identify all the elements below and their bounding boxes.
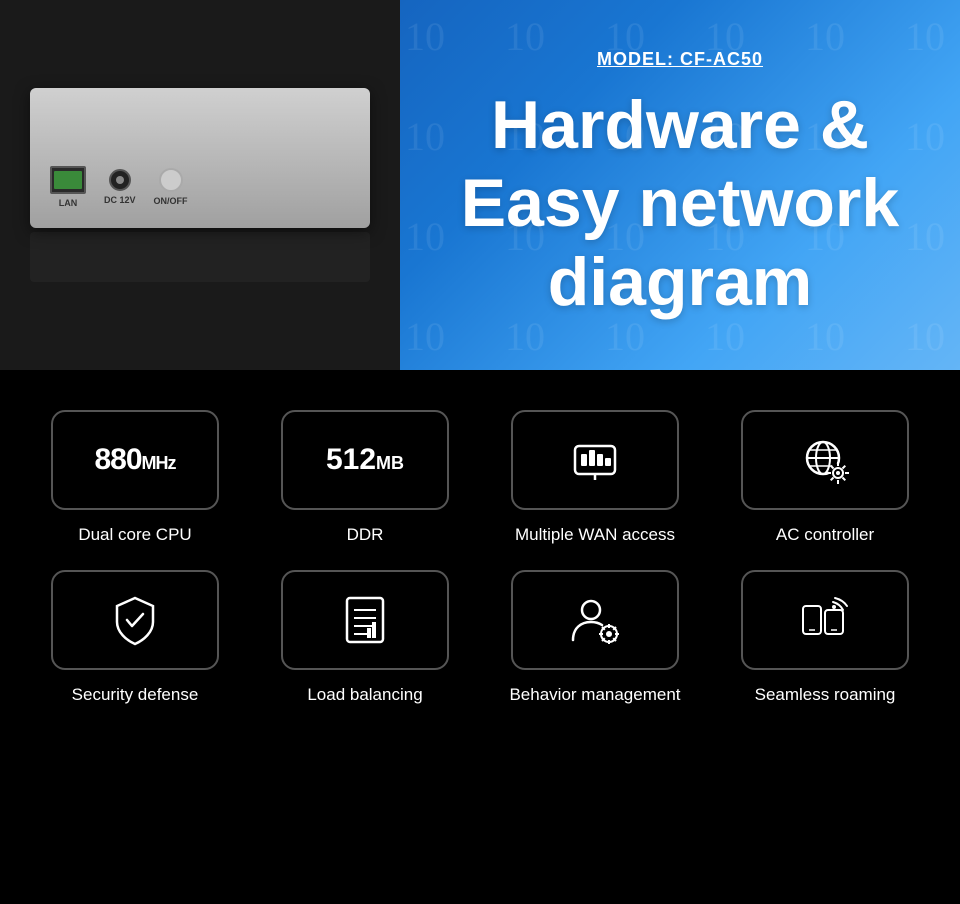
- hero-title-line1: Hardware &: [491, 87, 869, 163]
- security-icon-box: [51, 570, 219, 670]
- load-icon-box: [281, 570, 449, 670]
- ddr-icon-box: 512MB: [281, 410, 449, 510]
- cpu-label: Dual core CPU: [78, 524, 191, 546]
- ac-icon-box: [741, 410, 909, 510]
- load-label: Load balancing: [307, 684, 422, 706]
- hero-section: MODEL: CF-AC50 Hardware & Easy network d…: [400, 0, 960, 370]
- feature-multiple-wan: Multiple WAN access: [490, 410, 700, 546]
- features-grid: 880MHz Dual core CPU 512MB DDR: [30, 410, 930, 706]
- list-chart-icon: [337, 592, 393, 648]
- security-label: Security defense: [72, 684, 199, 706]
- behavior-icon-box: [511, 570, 679, 670]
- hero-title-line2: Easy network: [461, 165, 899, 241]
- ddr-label: DDR: [347, 524, 384, 546]
- roaming-label: Seamless roaming: [755, 684, 896, 706]
- user-gear-icon: [567, 592, 623, 648]
- ac-label: AC controller: [776, 524, 874, 546]
- port-lan: LAN: [50, 166, 86, 208]
- wan-label: Multiple WAN access: [515, 524, 675, 546]
- feature-dual-core-cpu: 880MHz Dual core CPU: [30, 410, 240, 546]
- behavior-label: Behavior management: [509, 684, 680, 706]
- port-power: ON/OFF: [154, 168, 188, 206]
- wan-icon-box: [511, 410, 679, 510]
- hero-title-line3: diagram: [548, 244, 813, 320]
- feature-seamless-roaming: Seamless roaming: [720, 570, 930, 706]
- feature-ac-controller: AC controller: [720, 410, 930, 546]
- cpu-value: 880MHz: [94, 443, 175, 477]
- cpu-icon-box: 880MHz: [51, 410, 219, 510]
- device-ports: LAN DC 12V ON/OFF: [30, 146, 208, 228]
- feature-load-balancing: Load balancing: [260, 570, 470, 706]
- shield-check-icon: [107, 592, 163, 648]
- ethernet-icon: [567, 432, 623, 488]
- device-body: LAN DC 12V ON/OFF: [30, 88, 370, 228]
- device-image: LAN DC 12V ON/OFF: [0, 0, 400, 370]
- dc-label: DC 12V: [104, 195, 136, 205]
- hero-title: Hardware & Easy network diagram: [461, 86, 899, 321]
- features-section: 880MHz Dual core CPU 512MB DDR: [0, 370, 960, 726]
- dc-jack: [109, 169, 131, 191]
- feature-behavior-management: Behavior management: [490, 570, 700, 706]
- top-section: LAN DC 12V ON/OFF MODEL: CF-AC50 Hardwar…: [0, 0, 960, 370]
- feature-security-defense: Security defense: [30, 570, 240, 706]
- feature-ddr: 512MB DDR: [260, 410, 470, 546]
- rj45-port: [50, 166, 86, 194]
- model-label: MODEL: CF-AC50: [597, 49, 763, 70]
- lan-label: LAN: [59, 198, 78, 208]
- mobile-wifi-icon: [797, 592, 853, 648]
- roaming-icon-box: [741, 570, 909, 670]
- globe-gear-icon: [797, 432, 853, 488]
- device-bottom: [30, 232, 370, 282]
- power-label: ON/OFF: [154, 196, 188, 206]
- port-dc: DC 12V: [104, 169, 136, 205]
- power-button: [159, 168, 183, 192]
- ddr-value: 512MB: [326, 443, 404, 477]
